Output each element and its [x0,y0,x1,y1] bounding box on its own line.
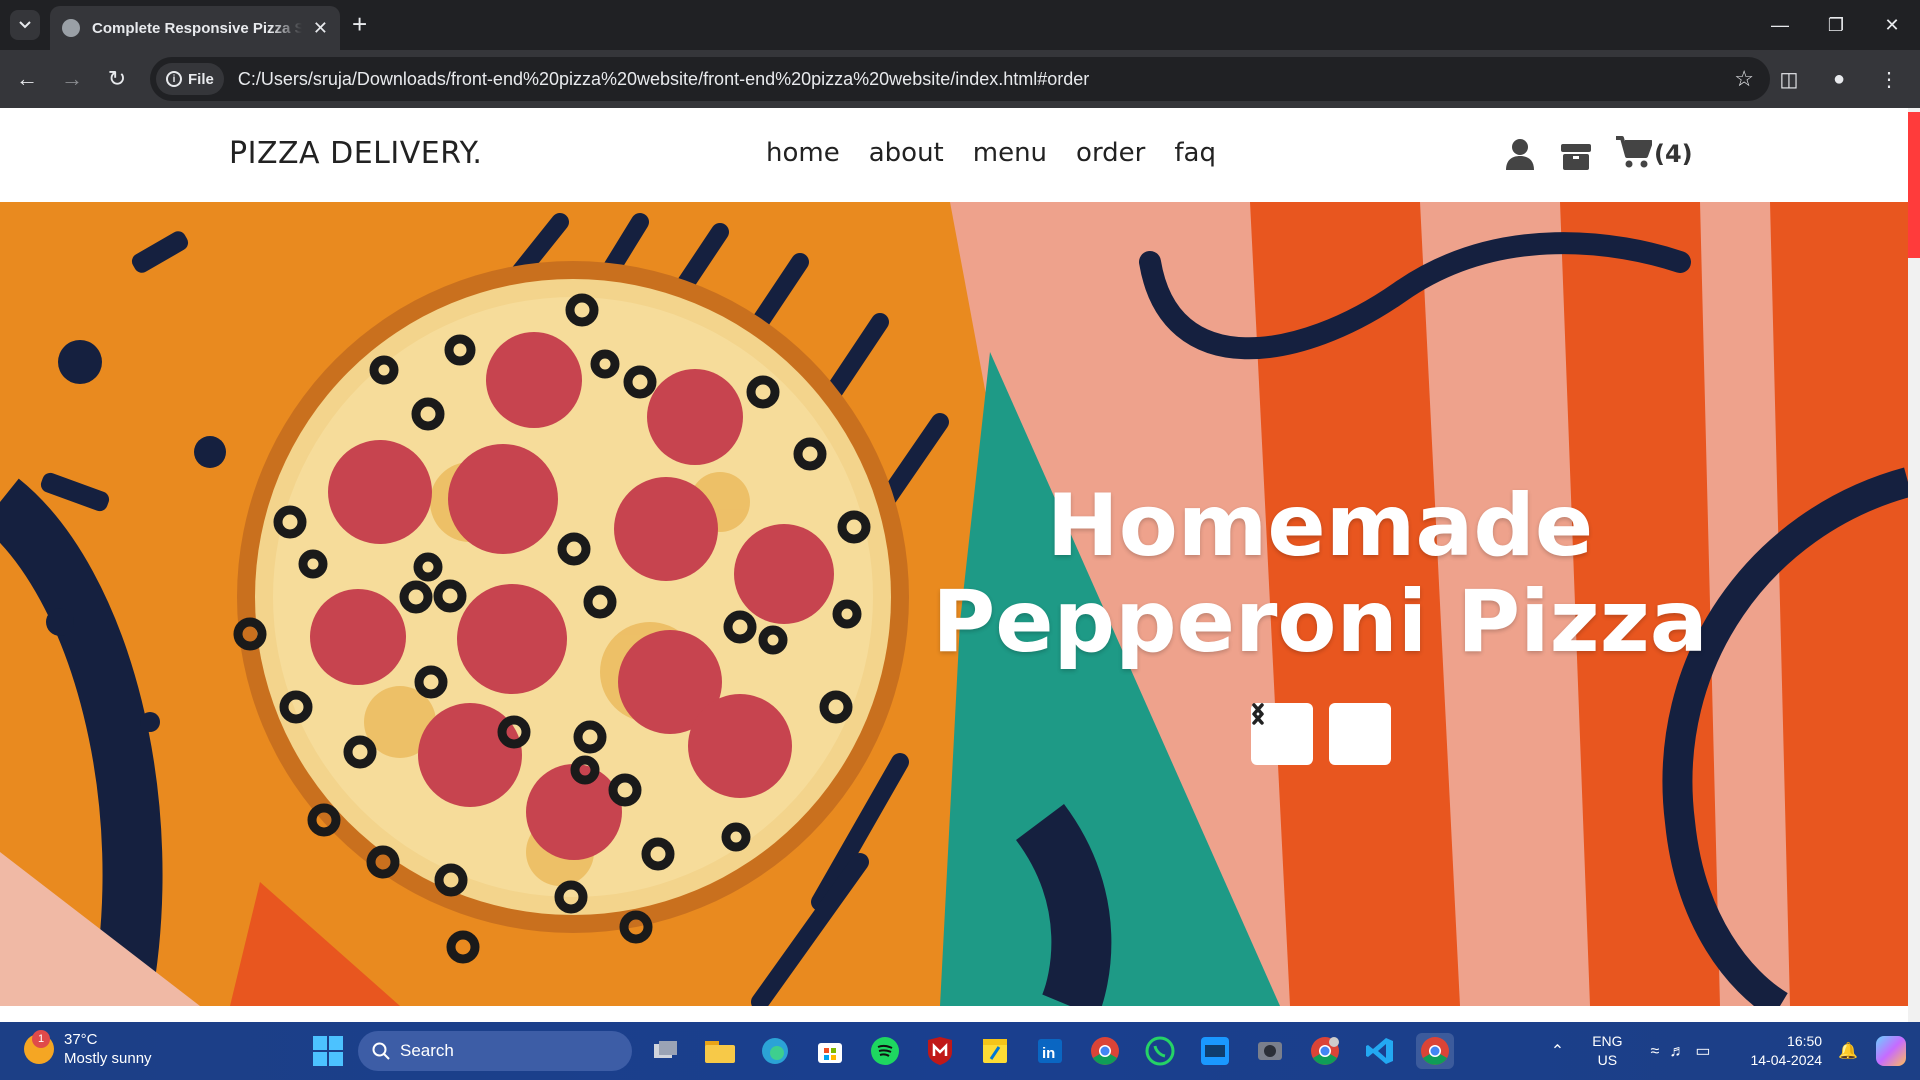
notification-bell-icon[interactable]: 🔔 [1838,1041,1858,1061]
browser-tab[interactable]: Complete Responsive Pizza Shop ✕ [50,6,340,50]
page-bottom-strip [0,1006,1908,1022]
hero-title: Homemade Pepperoni Pizza [930,478,1710,670]
whatsapp-icon[interactable] [1141,1033,1179,1069]
network-volume-battery-icons[interactable]: ≈♬▭ [1651,1041,1721,1061]
microsoft-store-icon[interactable] [811,1033,849,1069]
forward-icon[interactable]: → [57,64,87,94]
taskbar-apps: in [646,1033,1454,1069]
chrome-active-icon[interactable] [1416,1033,1454,1069]
tab-search-button[interactable] [10,10,40,40]
lang-line2: US [1597,1052,1618,1068]
weather-desc: Mostly sunny [64,1050,152,1067]
site-logo[interactable]: PIZZA DELIVERY. [229,136,482,171]
media-app-icon[interactable] [1251,1033,1289,1069]
new-tab-button[interactable]: + [352,11,367,37]
chevron-right-icon [1252,703,1264,725]
clock[interactable]: 16:50 14-04-2024 [1750,1032,1822,1070]
slider-next-button[interactable] [1252,703,1391,765]
weather-badge: 1 [32,1030,50,1048]
start-button[interactable] [313,1036,343,1066]
menu-kebab-icon[interactable]: ⋮ [1874,64,1904,94]
clock-date: 14-04-2024 [1750,1052,1823,1068]
close-icon[interactable]: ✕ [1864,0,1920,50]
hero-title-line2: Pepperoni Pizza [932,572,1708,672]
search-icon [372,1042,390,1060]
header-icons: (4) [1504,134,1693,170]
mcafee-icon[interactable] [921,1033,959,1069]
cart-icon [1616,136,1652,168]
hero-slider: Homemade Pepperoni Pizza [0,202,1908,1006]
site-nav: home about menu order faq [766,138,1216,168]
browser-toolbar: ← → ↻ i File C:/Users/sruja/Downloads/fr… [0,50,1920,108]
clock-time: 16:50 [1787,1033,1823,1049]
chrome-profile-icon[interactable] [1306,1033,1344,1069]
spotify-icon[interactable] [866,1033,904,1069]
info-icon: i [166,71,182,87]
tab-close-icon[interactable]: ✕ [313,18,328,39]
nav-link-home[interactable]: home [766,138,840,168]
scrollbar-thumb[interactable] [1908,112,1920,258]
weather-widget[interactable]: 1 37°C Mostly sunny [24,1030,152,1068]
url-text[interactable]: C:/Users/sruja/Downloads/front-end%20piz… [238,69,1089,90]
address-bar[interactable]: i File C:/Users/sruja/Downloads/front-en… [150,57,1770,101]
tab-title: Complete Responsive Pizza Shop [92,19,302,37]
file-explorer-icon[interactable] [701,1033,739,1069]
web-page: PIZZA DELIVERY. home about menu order fa… [0,108,1920,1022]
taskbar-search[interactable]: Search [358,1031,632,1071]
task-view-icon[interactable] [646,1033,684,1069]
minimize-icon[interactable]: — [1752,0,1808,50]
site-header: PIZZA DELIVERY. home about menu order fa… [0,108,1908,202]
nav-link-faq[interactable]: faq [1174,138,1216,168]
slider-controls [1251,703,1391,765]
globe-icon [62,19,80,37]
bookmark-star-icon[interactable]: ☆ [1734,66,1754,92]
edge-icon[interactable] [756,1033,794,1069]
profile-icon[interactable]: ● [1824,64,1854,94]
restore-icon[interactable]: ❐ [1808,0,1864,50]
lang-line1: ENG [1592,1033,1623,1049]
sun-icon: 1 [24,1030,54,1064]
sticky-notes-icon[interactable] [976,1033,1014,1069]
weather-temp: 37°C [64,1031,98,1048]
chevron-down-icon [19,21,31,29]
language-indicator[interactable]: ENG US [1592,1032,1622,1070]
windows-taskbar: 1 37°C Mostly sunny Search in ⌃ ENG US ≈… [0,1022,1920,1080]
site-chip-label: File [188,70,214,88]
browser-tab-bar: Complete Responsive Pizza Shop ✕ + — ❐ ✕ [0,0,1920,50]
nav-link-menu[interactable]: menu [973,138,1047,168]
svg-text:in: in [1042,1045,1055,1062]
nav-link-order[interactable]: order [1076,138,1145,168]
cart-count: (4) [1654,140,1693,168]
box-icon[interactable] [1560,134,1592,170]
hero-title-line1: Homemade [1046,476,1594,576]
user-icon[interactable] [1504,134,1536,170]
back-icon[interactable]: ← [12,64,42,94]
system-tray: ⌃ ENG US ≈♬▭ 16:50 14-04-2024 🔔 [1551,1022,1920,1080]
page-scrollbar[interactable] [1908,108,1920,1022]
side-panel-icon[interactable]: ◫ [1774,64,1804,94]
linkedin-icon[interactable]: in [1031,1033,1069,1069]
chrome-icon[interactable] [1086,1033,1124,1069]
reload-icon[interactable]: ↻ [102,64,132,94]
nav-link-about[interactable]: about [869,138,944,168]
chevron-up-icon[interactable]: ⌃ [1551,1041,1564,1061]
search-label: Search [400,1041,454,1060]
site-info-chip[interactable]: i File [156,63,224,95]
cart-button[interactable]: (4) [1616,136,1693,168]
vscode-icon[interactable] [1361,1033,1399,1069]
prime-video-icon[interactable] [1196,1033,1234,1069]
copilot-icon[interactable] [1876,1036,1906,1066]
